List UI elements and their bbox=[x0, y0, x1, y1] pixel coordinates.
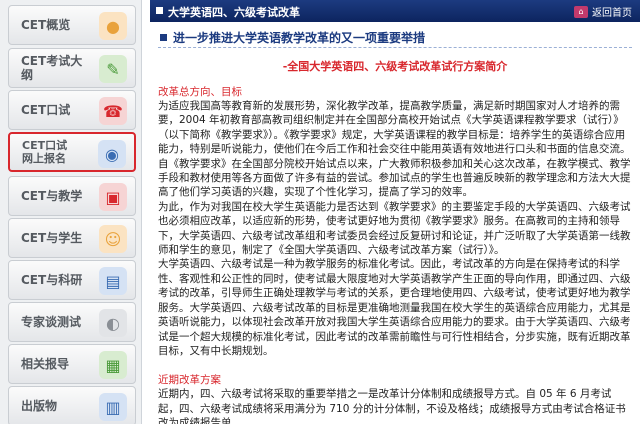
sidebar-item-label: CET口试 bbox=[21, 103, 71, 117]
sidebar-item-label: CET与科研 bbox=[21, 273, 83, 287]
sidebar-item-label: CET考试大纲 bbox=[21, 54, 83, 82]
paragraph: 为此，作为对我国在校大学生英语能力是否达到《教学要求》的主要鉴定手段的大学英语四… bbox=[158, 200, 631, 257]
sidebar-item-expert[interactable]: 专家谈测试 ◐ bbox=[8, 302, 136, 342]
oral-test-icon: ☎ bbox=[99, 97, 127, 125]
article-title-bar: 进一步推进大学英语教学改革的又一项重要举措 bbox=[158, 28, 632, 48]
page-title: 大学英语四、六级考试改革 bbox=[168, 6, 300, 19]
sidebar-item-cet-overview[interactable]: CET概览 ● bbox=[8, 5, 136, 45]
sidebar-item-label: CET口试 网上报名 bbox=[22, 139, 68, 165]
publication-icon: ▥ bbox=[99, 393, 127, 421]
sidebar: CET概览 ● CET考试大纲 ✎ CET口试 ☎ CET口试 网上报名 ◉ C… bbox=[0, 0, 142, 424]
home-link[interactable]: ⌂ 返回首页 bbox=[574, 4, 632, 19]
sidebar-item-label: CET与学生 bbox=[21, 231, 83, 245]
article-subtitle: -全国大学英语四、六级考试改革试行方案简介 bbox=[282, 60, 508, 73]
expert-icon: ◐ bbox=[99, 309, 127, 337]
sidebar-item-label: CET概览 bbox=[21, 18, 71, 32]
article-title: 进一步推进大学英语教学改革的又一项重要举措 bbox=[173, 31, 426, 45]
sidebar-item-report[interactable]: 相关报导 ▦ bbox=[8, 344, 136, 384]
teaching-icon: ▣ bbox=[99, 183, 127, 211]
title-square-icon bbox=[160, 34, 167, 41]
header-bar: 大学英语四、六级考试改革 ⌂ 返回首页 bbox=[150, 0, 640, 22]
online-register-icon: ◉ bbox=[98, 140, 126, 168]
home-label: 返回首页 bbox=[592, 8, 632, 19]
sidebar-item-online-register[interactable]: CET口试 网上报名 ◉ bbox=[8, 132, 136, 172]
sidebar-item-teaching[interactable]: CET与教学 ▣ bbox=[8, 176, 136, 216]
header-square-icon bbox=[156, 7, 163, 14]
home-icon: ⌂ bbox=[574, 5, 588, 18]
sidebar-item-oral-test[interactable]: CET口试 ☎ bbox=[8, 90, 136, 130]
sidebar-item-label: 专家谈测试 bbox=[21, 315, 82, 329]
sidebar-item-publication[interactable]: 出版物 ▥ bbox=[8, 386, 136, 424]
paragraph: 为适应我国高等教育新的发展形势，深化教学改革，提高教学质量，满足新时期国家对人才… bbox=[158, 100, 631, 199]
syllabus-icon: ✎ bbox=[99, 55, 127, 83]
report-icon: ▦ bbox=[99, 351, 127, 379]
article-content: 进一步推进大学英语教学改革的又一项重要举措 -全国大学英语四、六级考试改革试行方… bbox=[150, 22, 640, 424]
sidebar-item-syllabus[interactable]: CET考试大纲 ✎ bbox=[8, 48, 136, 88]
paragraph: 大学英语四、六级考试是一种为教学服务的标准化考试。因此，考试改革的方向是在保持考… bbox=[158, 258, 631, 357]
section-heading: 改革总方向、目标 bbox=[158, 86, 242, 98]
paragraph: 近期内，四、六级考试将采取的重要举措之一是改革计分体制和成绩报导方式。自 05 … bbox=[158, 388, 626, 424]
cet-overview-icon: ● bbox=[99, 12, 127, 40]
students-icon: ☺ bbox=[99, 225, 127, 253]
sidebar-item-students[interactable]: CET与学生 ☺ bbox=[8, 218, 136, 258]
section-heading: 近期改革方案 bbox=[158, 374, 221, 387]
sidebar-item-label: 相关报导 bbox=[21, 357, 70, 371]
research-icon: ▤ bbox=[99, 267, 127, 295]
sidebar-item-research[interactable]: CET与科研 ▤ bbox=[8, 260, 136, 300]
sidebar-item-label: 出版物 bbox=[21, 399, 58, 413]
sidebar-item-label: CET与教学 bbox=[21, 189, 83, 203]
